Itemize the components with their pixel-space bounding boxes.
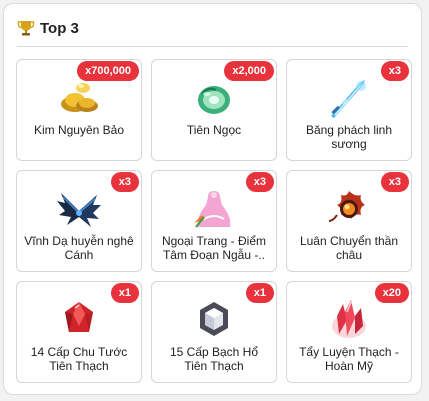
quantity-badge: x20 [374, 283, 409, 303]
reward-card-bang-phach[interactable]: x3 Băng phách linh sương [286, 59, 412, 161]
reward-name: Luân Chuyển thần châu [299, 234, 399, 262]
reward-card-chu-tuoc[interactable]: x1 14 Cấp Chu Tước Tiên Thạch [16, 281, 142, 383]
header-divider [17, 46, 408, 47]
quantity-badge: x1 [245, 283, 274, 303]
reward-card-tien-ngoc[interactable]: x2,000 Tiên Ngọc [151, 59, 277, 161]
reward-name: Tẩy Luyện Thạch - Hoàn Mỹ [299, 345, 399, 373]
pink-dress-icon [190, 185, 238, 231]
red-gem-icon [55, 296, 103, 342]
panel-header: Top 3 [17, 17, 79, 39]
dark-wings-icon [55, 185, 103, 231]
quantity-badge: x1 [110, 283, 139, 303]
reward-card-vinh-da-canh[interactable]: x3 Vĩnh Dạ huyễn nghê Cánh [16, 170, 142, 272]
gold-ingot-icon [55, 74, 103, 120]
reward-grid: x700,000 Kim Nguyên Bảo x2,000 Tiên Ngọc… [16, 59, 413, 383]
reward-name: 14 Cấp Chu Tước Tiên Thạch [30, 345, 128, 373]
reward-name: 15 Cấp Bạch Hổ Tiên Thạch [169, 345, 259, 373]
jade-disc-icon [190, 74, 238, 120]
red-crystal-icon [325, 296, 373, 342]
reward-card-luan-chuyen[interactable]: x3 Luân Chuyển thần châu [286, 170, 412, 272]
reward-card-ngoai-trang[interactable]: x3 Ngoại Trang - Điểm Tâm Đoạn Ngẫu -.. [151, 170, 277, 272]
reward-card-bach-ho[interactable]: x1 15 Cấp Bạch Hổ Tiên Thạch [151, 281, 277, 383]
reward-name: Kim Nguyên Bảo [33, 123, 125, 137]
ice-sword-icon [325, 74, 373, 120]
silver-gem-icon [190, 296, 238, 342]
reward-name: Vĩnh Dạ huyễn nghê Cánh [24, 234, 134, 262]
reward-name: Ngoại Trang - Điểm Tâm Đoạn Ngẫu -.. [161, 234, 267, 262]
quantity-badge: x3 [245, 172, 274, 192]
top3-panel: Top 3 x700,000 Kim Nguyên Bảo x2,000 Tiê… [3, 3, 422, 395]
quantity-badge: x3 [110, 172, 139, 192]
quantity-badge: x3 [380, 61, 409, 81]
panel-title: Top 3 [40, 19, 79, 37]
reward-card-tay-luyen-thach[interactable]: x20 Tẩy Luyện Thạch - Hoàn Mỹ [286, 281, 412, 383]
quantity-badge: x3 [380, 172, 409, 192]
fire-orb-icon [325, 185, 373, 231]
reward-card-kim-nguyen-bao[interactable]: x700,000 Kim Nguyên Bảo [16, 59, 142, 161]
trophy-icon [17, 19, 35, 37]
reward-name: Tiên Ngọc [186, 123, 242, 137]
reward-name: Băng phách linh sương [305, 123, 393, 151]
